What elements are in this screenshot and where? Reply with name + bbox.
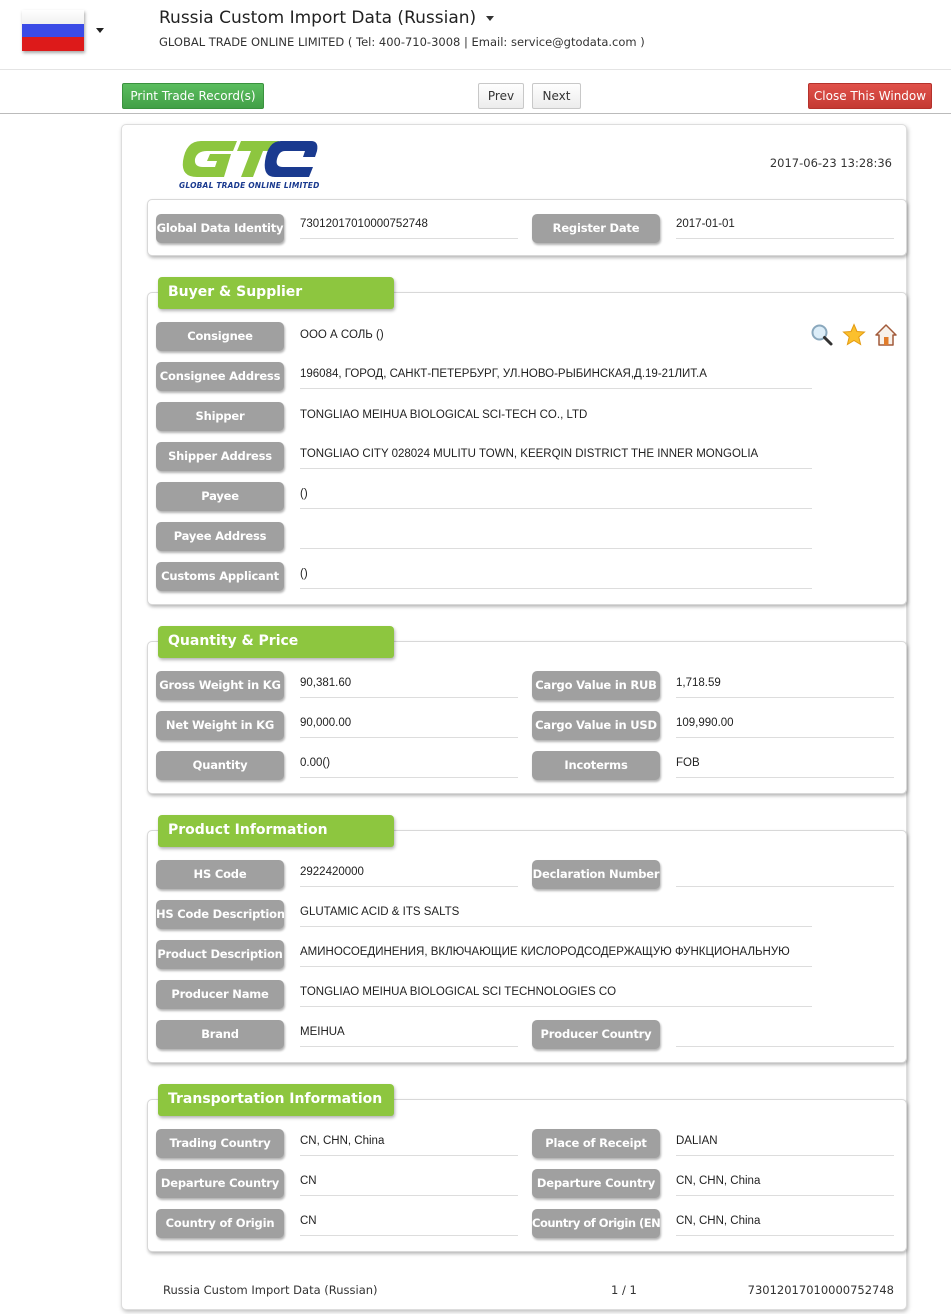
trade-record-document: GLOBAL TRADE ONLINE LIMITED 2017-06-23 1… (121, 124, 907, 1310)
departure-country-value: CN (300, 1171, 518, 1196)
prev-button[interactable]: Prev (478, 83, 524, 109)
gross-weight-value: 90,381.60 (300, 673, 518, 698)
title-dropdown-caret-icon[interactable] (486, 15, 495, 21)
identity-box: Global Data Identity 7301201701000075274… (147, 199, 907, 256)
net-weight-label: Net Weight in KG (156, 711, 284, 740)
transportation-title: Transportation Information (158, 1084, 394, 1116)
incoterms-label: Incoterms (532, 751, 660, 780)
country-of-origin-en-value: CN, CHN, China (676, 1211, 894, 1236)
cargo-value-usd-value: 109,990.00 (676, 713, 894, 738)
russia-flag-icon[interactable] (22, 10, 84, 51)
producer-country-label: Producer Country (532, 1020, 660, 1049)
hs-code-description-label: HS Code Description (156, 900, 284, 929)
shipper-label: Shipper (156, 402, 284, 431)
payee-label: Payee (156, 482, 284, 511)
producer-country-value (676, 1022, 894, 1047)
close-window-button[interactable]: Close This Window (808, 83, 932, 109)
quantity-price-title: Quantity & Price Information (158, 626, 394, 679)
departure-country-label: Departure Country (156, 1169, 284, 1198)
consignee-address-label: Consignee Address (156, 362, 284, 391)
buyer-supplier-section: Buyer & Supplier Information Consignee О… (147, 277, 907, 605)
global-data-identity-value: 73012017010000752748 (300, 214, 518, 239)
consignee-label: Consignee (156, 322, 284, 351)
product-title: Product Information (158, 815, 394, 847)
country-of-origin-value: CN (300, 1211, 518, 1236)
producer-name-label: Producer Name (156, 980, 284, 1009)
page-indicator: 1 / 1 (611, 1283, 637, 1297)
company-contact: GLOBAL TRADE ONLINE LIMITED ( Tel: 400-7… (159, 35, 645, 49)
payee-address-value (300, 524, 812, 549)
global-data-identity-label: Global Data Identity (156, 214, 284, 243)
next-button[interactable]: Next (532, 83, 581, 109)
footer-title: Russia Custom Import Data (Russian) (163, 1283, 378, 1297)
product-description-value: АМИНОСОЕДИНЕНИЯ, ВКЛЮЧАЮЩИЕ КИСЛОРОДСОДЕ… (300, 942, 812, 967)
customs-applicant-value: () (300, 564, 812, 589)
trading-country-value: CN, CHN, China (300, 1131, 518, 1156)
producer-name-value: TONGLIAO MEIHUA BIOLOGICAL SCI TECHNOLOG… (300, 982, 812, 1007)
print-trade-record-button[interactable]: Print Trade Record(s) (122, 83, 264, 109)
declaration-number-value (676, 862, 894, 887)
hs-code-description-value: GLUTAMIC ACID & ITS SALTS (300, 902, 812, 927)
quantity-label: Quantity (156, 751, 284, 780)
consignee-value: ООО А СОЛЬ () (300, 329, 384, 341)
consignee-address-value: 196084, ГОРОД, САНКТ-ПЕТЕРБУРГ, УЛ.НОВО-… (300, 364, 812, 389)
shipper-address-value: TONGLIAO CITY 028024 MULITU TOWN, KEERQI… (300, 444, 812, 469)
shipper-address-label: Shipper Address (156, 442, 284, 471)
country-of-origin-en-label: Country of Origin (EN) (532, 1209, 660, 1238)
hs-code-label: HS Code (156, 860, 284, 889)
cargo-value-usd-label: Cargo Value in USD (532, 711, 660, 740)
buyer-supplier-title: Buyer & Supplier Information (158, 277, 394, 330)
register-date-value: 2017-01-01 (676, 214, 894, 239)
star-icon[interactable] (842, 323, 866, 347)
flag-dropdown-caret-icon[interactable] (96, 28, 104, 33)
place-of-receipt-label: Place of Receipt (532, 1129, 660, 1158)
search-icon[interactable] (810, 323, 834, 347)
trading-country-label: Trading Country (156, 1129, 284, 1158)
toolbar: Print Trade Record(s) Prev Next Close Th… (0, 70, 951, 114)
page-header: Russia Custom Import Data (Russian) GLOB… (0, 0, 951, 70)
place-of-receipt-value: DALIAN (676, 1131, 894, 1156)
customs-applicant-label: Customs Applicant (156, 562, 284, 591)
product-description-label: Product Description (156, 940, 284, 969)
logo-caption: GLOBAL TRADE ONLINE LIMITED (179, 181, 320, 190)
country-of-origin-label: Country of Origin (156, 1209, 284, 1238)
brand-value: MEIHUA (300, 1022, 518, 1047)
record-timestamp: 2017-06-23 13:28:36 (769, 156, 892, 170)
payee-address-label: Payee Address (156, 522, 284, 551)
page-title[interactable]: Russia Custom Import Data (Russian) (159, 8, 495, 28)
quantity-value: 0.00() (300, 753, 518, 778)
gross-weight-label: Gross Weight in KG (156, 671, 284, 700)
shipper-value: TONGLIAO MEIHUA BIOLOGICAL SCI-TECH CO.,… (300, 409, 588, 421)
cargo-value-rub-label: Cargo Value in RUB (532, 671, 660, 700)
product-section: Product Information HS Code 2922420000 D… (147, 815, 907, 1063)
quantity-price-section: Quantity & Price Information Gross Weigh… (147, 626, 907, 794)
gto-logo: GLOBAL TRADE ONLINE LIMITED (179, 137, 319, 193)
declaration-number-label: Declaration Number (532, 860, 660, 889)
action-icons (810, 323, 898, 347)
register-date-label: Register Date (532, 214, 660, 243)
home-icon[interactable] (874, 323, 898, 347)
gto-logo-icon (182, 141, 318, 177)
departure-country-en-value: CN, CHN, China (676, 1171, 894, 1196)
cargo-value-rub-value: 1,718.59 (676, 673, 894, 698)
transportation-section: Transportation Information Trading Count… (147, 1084, 907, 1252)
footer-record-id: 73012017010000752748 (747, 1283, 894, 1297)
brand-label: Brand (156, 1020, 284, 1049)
page-title-text: Russia Custom Import Data (Russian) (159, 8, 477, 28)
incoterms-value: FOB (676, 753, 894, 778)
departure-country-en-label: Departure Country (532, 1169, 660, 1198)
net-weight-value: 90,000.00 (300, 713, 518, 738)
payee-value: () (300, 484, 812, 509)
hs-code-value: 2922420000 (300, 862, 518, 887)
